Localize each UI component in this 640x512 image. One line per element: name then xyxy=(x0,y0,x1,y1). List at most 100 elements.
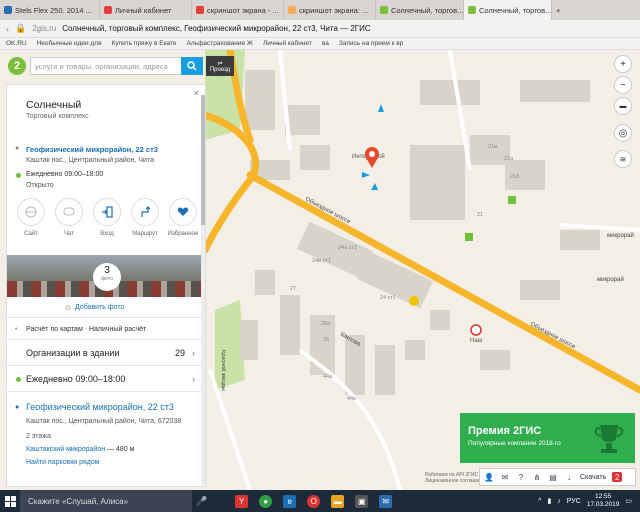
back-icon[interactable]: ‹ xyxy=(6,24,9,34)
divider xyxy=(7,317,205,318)
volume-icon[interactable]: ♪ xyxy=(557,498,561,505)
taskbar-apps: Y ● e O ▬ ▣ ✉ xyxy=(235,494,393,508)
bookmark-item[interactable]: Альфастрахование Ж xyxy=(187,40,253,47)
tab-2gis-1[interactable]: Солнечный, торгов... xyxy=(376,0,464,20)
explorer-icon[interactable]: ▬ xyxy=(331,494,345,508)
start-button[interactable] xyxy=(0,490,20,512)
close-card-icon[interactable]: × xyxy=(194,88,199,98)
atm-marker-icon[interactable] xyxy=(409,296,419,306)
bookmark-item[interactable]: Необычные идеи для xyxy=(37,40,102,47)
opera-icon[interactable]: O xyxy=(307,494,321,508)
chevron-up-icon[interactable]: ^ xyxy=(538,498,541,505)
full-address-sub: Каштак пос., Центральный район, Чита, 67… xyxy=(26,418,182,425)
open-status-dot-icon xyxy=(16,377,21,382)
route-to-button[interactable]: Маршрут xyxy=(129,198,161,237)
locate-button[interactable]: ◎ xyxy=(614,124,632,142)
yandex-browser-icon[interactable]: Y xyxy=(235,494,249,508)
heart-icon xyxy=(169,198,197,226)
new-tab-button[interactable]: + xyxy=(552,0,572,20)
place-category: Торговый комплекс xyxy=(26,113,89,120)
print-icon[interactable]: ▤ xyxy=(548,472,558,482)
camera-icon: ⊙ xyxy=(65,305,71,312)
route-label: Проезд xyxy=(209,66,231,73)
zoom-out-button[interactable]: − xyxy=(614,76,632,94)
add-photo-link[interactable]: Добавить фото xyxy=(75,304,124,311)
notifications-icon[interactable]: ▭ xyxy=(625,497,632,505)
svg-text:21а: 21а xyxy=(504,156,514,162)
tab-lk[interactable]: Личный кабинет xyxy=(100,0,192,20)
find-parking-link[interactable]: Найти парковки рядом xyxy=(26,459,100,466)
store-icon[interactable]: ▣ xyxy=(355,494,369,508)
svg-text:27: 27 xyxy=(290,286,296,292)
search-icon xyxy=(187,61,197,71)
tab-yandex-1[interactable]: скриншот экрана - ... xyxy=(192,0,284,20)
user-icon[interactable]: 👤 xyxy=(484,472,494,482)
card-payment-icon: • xyxy=(15,326,18,333)
bookmark-item[interactable]: OK.RU xyxy=(6,40,27,47)
panel-scrollbar[interactable] xyxy=(201,95,205,485)
chat-button[interactable]: Чат xyxy=(53,198,85,237)
ruler-button[interactable]: ▬ xyxy=(614,97,632,115)
chrome-icon[interactable]: ● xyxy=(259,494,273,508)
tab-yandex-2[interactable]: скриншот экрана: ... xyxy=(284,0,376,20)
tab-2gis-active[interactable]: Солнечный, торгов...× xyxy=(464,0,552,20)
address-pin-icon: ● xyxy=(15,145,20,152)
plus-icon: + xyxy=(620,58,626,70)
photo-count-label: фото xyxy=(101,276,113,282)
system-tray: ^ ▮ ♪ РУС 12:55 17.03.2019 ▭ xyxy=(538,493,640,509)
nash-marker-icon[interactable] xyxy=(470,324,482,336)
place-address-link[interactable]: Геофизический микрорайон, 22 ст3 xyxy=(26,145,158,154)
full-address-link[interactable]: Геофизический микрорайон, 22 ст3 xyxy=(26,402,174,412)
new-tab-label: + xyxy=(556,5,561,15)
images-favicon-icon xyxy=(288,6,296,14)
bookmark-item[interactable]: ва xyxy=(322,40,329,47)
search-button[interactable] xyxy=(181,57,203,75)
bookmark-item[interactable]: Купить пряжу в Екате xyxy=(112,40,177,47)
alice-search-field[interactable]: Скажите «Слушай, Алиса» xyxy=(20,490,192,512)
orgs-in-building-link[interactable]: Организации в здании xyxy=(26,348,119,358)
scrollbar-thumb[interactable] xyxy=(201,95,205,225)
place-district: Каштак пос., Центральный район, Чита xyxy=(26,157,154,164)
favorite-button[interactable]: Избранное xyxy=(167,198,199,237)
action-label: Избранное xyxy=(167,231,199,237)
route-button[interactable]: ⇌ Проезд xyxy=(206,56,234,76)
route-icon xyxy=(131,198,159,226)
zoom-in-button[interactable]: + xyxy=(614,55,632,73)
photo-count-badge[interactable]: 3 фото xyxy=(93,263,121,291)
network-icon[interactable]: ▮ xyxy=(547,497,551,505)
notification-badge[interactable]: 2 xyxy=(612,472,623,482)
help-icon[interactable]: ? xyxy=(516,472,526,482)
layers-button[interactable]: ≋ xyxy=(614,150,632,168)
entrance-button[interactable]: Вход xyxy=(91,198,123,237)
chat-icon[interactable]: ✉ xyxy=(500,472,510,482)
tab-label: Солнечный, торгов... xyxy=(391,5,464,15)
microphone-icon[interactable]: 🎤 xyxy=(196,496,207,507)
shop-marker-icon[interactable] xyxy=(465,233,473,241)
2gis-logo[interactable]: 2 xyxy=(8,57,26,75)
edge-icon[interactable]: e xyxy=(283,494,297,508)
bookmark-item[interactable]: Личный кабинет xyxy=(263,40,312,47)
premium-banner[interactable]: Премия 2ГИС Популярные компании 2018-го xyxy=(460,413,635,463)
2gis-favicon-icon xyxy=(468,6,476,14)
address-bar[interactable]: ‹ 🔒 2gis.ru Солнечный, торговый комплекс… xyxy=(0,20,640,38)
address-domain: 2gis.ru xyxy=(32,24,57,33)
shop-marker-icon[interactable] xyxy=(508,196,516,204)
tab-label: Stels Flex 250. 2014 ... xyxy=(15,5,92,15)
chevron-right-icon[interactable]: › xyxy=(192,348,195,358)
stop-link[interactable]: Каштакский микрорайон xyxy=(26,446,105,453)
svg-text:24а ст1: 24а ст1 xyxy=(338,245,357,251)
mail-icon[interactable]: ✉ xyxy=(379,494,393,508)
daily-hours[interactable]: Ежедневно 09:00–18:00 xyxy=(26,374,125,384)
open-status: Открыто xyxy=(26,182,54,189)
chevron-right-icon[interactable]: › xyxy=(192,374,195,384)
share-icon[interactable]: ⋔ xyxy=(532,472,542,482)
svg-text:21в: 21в xyxy=(488,144,497,150)
bookmark-item[interactable]: Запись на прием к вр xyxy=(339,40,404,47)
site-button[interactable]: Сайт xyxy=(15,198,47,237)
2gis-favicon-icon xyxy=(380,6,388,14)
download-link[interactable]: Скачать xyxy=(580,474,606,481)
clock[interactable]: 12:55 17.03.2019 xyxy=(587,493,620,509)
search-input[interactable]: услуги и товары, организации, адреса xyxy=(30,57,182,75)
tab-stels[interactable]: Stels Flex 250. 2014 ... xyxy=(0,0,100,20)
language-indicator[interactable]: РУС xyxy=(567,498,581,505)
